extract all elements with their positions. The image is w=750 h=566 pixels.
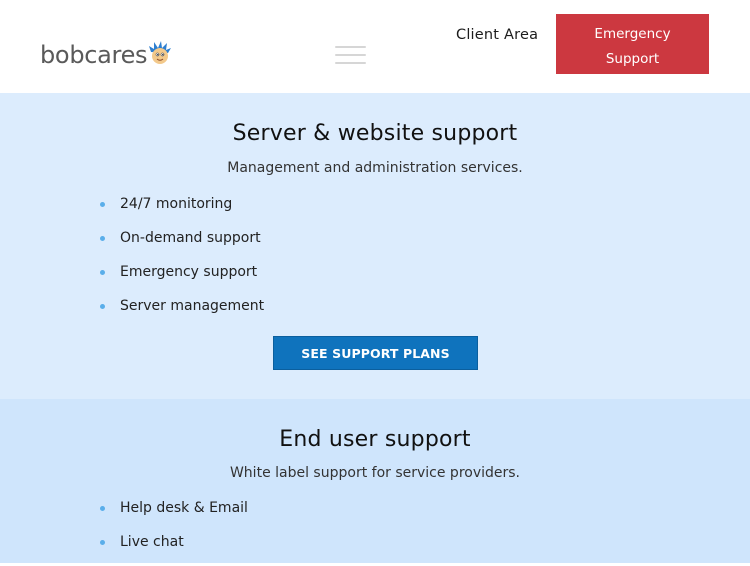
list-item: 24/7 monitoring [97, 194, 264, 228]
feature-list: Help desk & Email Live chat [97, 498, 248, 566]
list-item: Help desk & Email [97, 498, 248, 532]
section-title: Server & website support [232, 121, 518, 146]
end-user-support-section: End user support White label support for… [0, 399, 750, 563]
section-title: End user support [279, 427, 471, 452]
logo-text: bobcares [40, 41, 148, 69]
list-item: Server management [97, 296, 264, 330]
logo-link[interactable]: bobcares [40, 40, 172, 70]
list-item-label: Help desk & Email [120, 500, 248, 516]
server-support-section: Server & website support Management and … [0, 93, 750, 399]
list-item-label: 24/7 monitoring [120, 196, 233, 212]
bullet-icon [100, 540, 105, 545]
list-item-label: Server management [120, 298, 265, 314]
list-item: Live chat [97, 532, 248, 566]
bullet-icon [100, 202, 105, 207]
see-support-plans-button[interactable]: SEE SUPPORT PLANS [273, 336, 478, 370]
list-item-label: Live chat [120, 534, 184, 550]
emergency-support-button[interactable]: Emergency Support [556, 14, 709, 74]
bobcares-mascot-icon [149, 41, 172, 64]
feature-list: 24/7 monitoring On-demand support Emerge… [97, 194, 264, 330]
list-item: On-demand support [97, 228, 264, 262]
section-subtitle: Management and administration services. [227, 160, 523, 176]
menu-line [335, 46, 366, 48]
bullet-icon [100, 270, 105, 275]
bullet-icon [100, 236, 105, 241]
menu-line [335, 62, 366, 64]
hamburger-menu-icon[interactable] [335, 46, 366, 64]
emergency-button-line1: Emergency [594, 25, 671, 42]
section-subtitle: White label support for service provider… [229, 465, 521, 481]
bullet-icon [100, 304, 105, 309]
list-item-label: On-demand support [120, 230, 261, 246]
bullet-icon [100, 506, 105, 511]
menu-line [335, 54, 366, 56]
list-item: Emergency support [97, 262, 264, 296]
list-item-label: Emergency support [120, 264, 258, 280]
site-header: bobcares Client Area Emergency Support [0, 0, 750, 93]
client-area-link[interactable]: Client Area [456, 25, 538, 45]
emergency-button-line2: Support [605, 50, 660, 67]
